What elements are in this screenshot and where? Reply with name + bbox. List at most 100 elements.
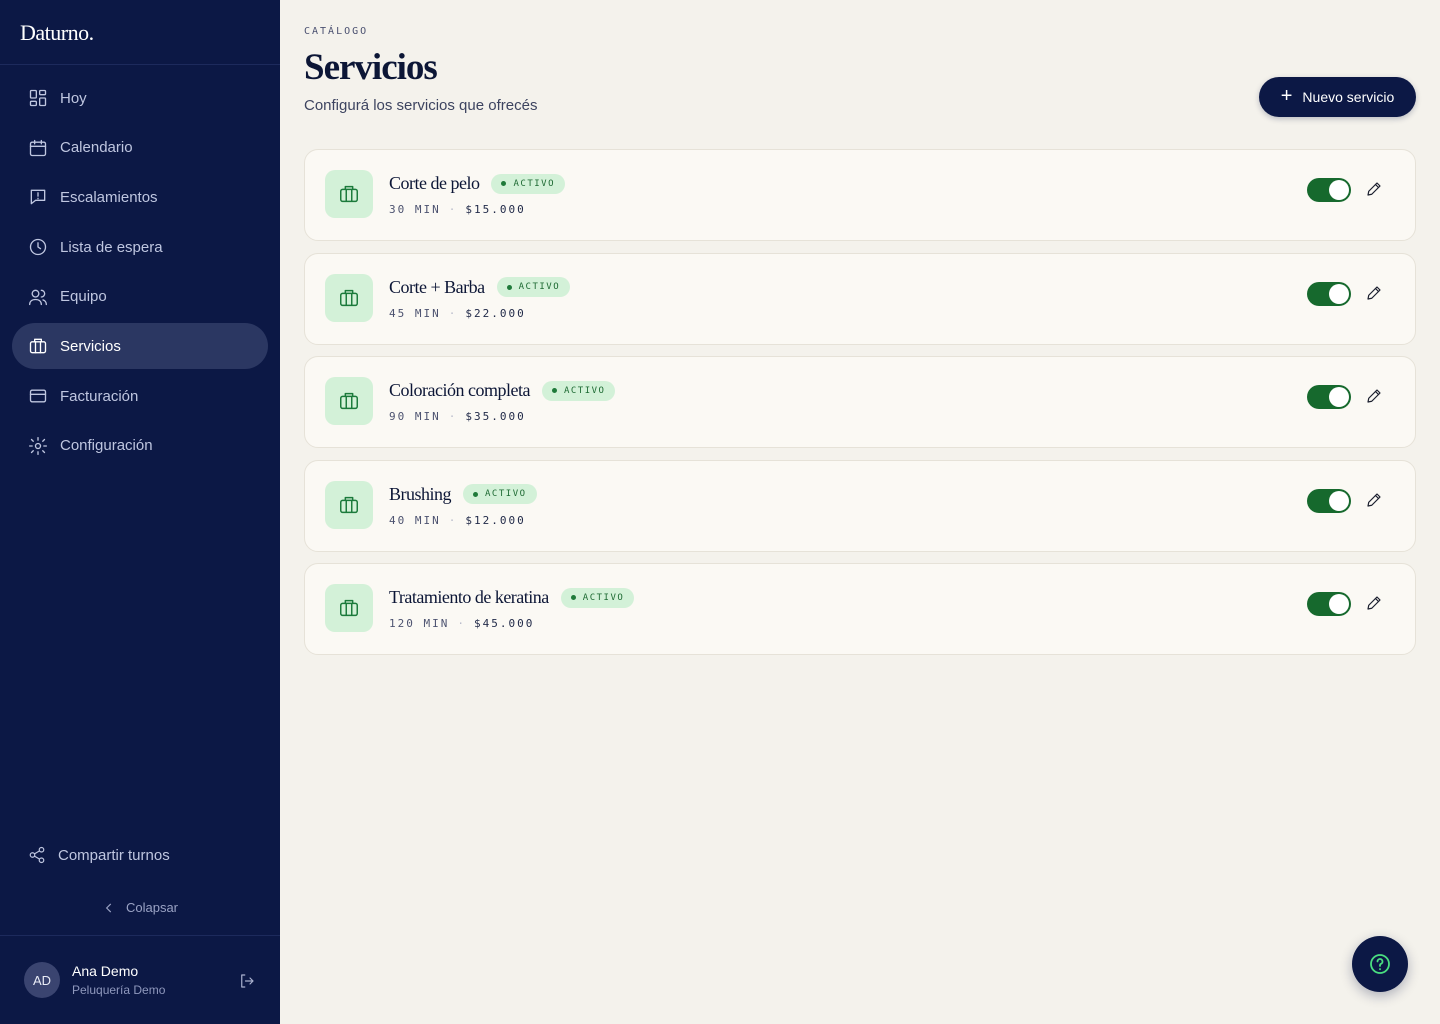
- toggle-knob: [1329, 490, 1349, 511]
- service-duration: 45 MIN: [389, 306, 441, 320]
- sidebar-item-label: Escalamientos: [60, 188, 158, 206]
- user-info: Ana Demo Peluquería Demo: [72, 963, 165, 997]
- logo[interactable]: Daturno.: [0, 0, 280, 65]
- sidebar-item-escalamientos[interactable]: Escalamientos: [12, 174, 268, 220]
- service-name: Corte + Barba: [389, 276, 485, 297]
- edit-service-button[interactable]: [1365, 284, 1385, 304]
- sidebar: Daturno. Hoy Calendario Escalamientos Li…: [0, 0, 280, 1024]
- sidebar-item-configuracion[interactable]: Configuración: [12, 423, 268, 469]
- service-card: Corte de pelo ACTIVO 30 MIN · $15.000: [304, 149, 1416, 241]
- page-title: Servicios: [304, 47, 438, 88]
- collapse-button[interactable]: Colapsar: [0, 900, 280, 915]
- page-subtitle: Configurá los servicios que ofrecés: [304, 97, 538, 114]
- grid-icon: [28, 88, 48, 108]
- users-icon: [28, 287, 48, 307]
- service-price: $15.000: [465, 203, 526, 216]
- service-active-toggle[interactable]: [1307, 178, 1351, 202]
- user-org: Peluquería Demo: [72, 983, 166, 997]
- service-name: Corte de pelo: [389, 173, 480, 193]
- service-active-toggle[interactable]: [1307, 592, 1351, 616]
- status-dot: [506, 284, 512, 290]
- service-name: Coloración completa: [389, 380, 530, 400]
- sidebar-item-label: Servicios: [60, 337, 121, 355]
- help-button[interactable]: [1352, 936, 1408, 992]
- section-eyebrow: CATÁLOGO: [304, 26, 369, 37]
- service-card: Corte + Barba ACTIVO 45 MIN · $22.000: [304, 252, 1416, 345]
- sidebar-item-calendario[interactable]: Calendario: [12, 125, 268, 171]
- sidebar-item-hoy[interactable]: Hoy: [12, 75, 268, 121]
- status-dot: [551, 388, 557, 393]
- avatar[interactable]: AD: [24, 962, 60, 998]
- sidebar-item-label: Calendario: [60, 139, 133, 157]
- toggle-knob: [1329, 594, 1349, 614]
- edit-service-button[interactable]: [1365, 594, 1385, 614]
- status-label: ACTIVO: [513, 178, 555, 189]
- pencil-icon: [1367, 182, 1381, 196]
- pencil-icon: [1367, 596, 1381, 610]
- logout-icon: [241, 974, 254, 988]
- status-badge: ACTIVO: [463, 484, 537, 504]
- sidebar-item-label: Hoy: [60, 89, 87, 107]
- status-label: ACTIVO: [518, 282, 561, 292]
- main-content: CATÁLOGO Servicios Configurá los servici…: [280, 0, 1440, 1024]
- service-card: Tratamiento de keratina ACTIVO 120 MIN · $4…: [304, 563, 1416, 655]
- sidebar-item-label: Configuración: [60, 437, 153, 455]
- share-icon: [29, 846, 45, 864]
- pencil-icon: [1367, 285, 1381, 300]
- briefcase-icon: [325, 273, 373, 322]
- sidebar-item-lista-de-espera[interactable]: Lista de espera: [12, 224, 268, 270]
- new-service-button[interactable]: + Nuevo servicio: [1259, 77, 1416, 117]
- collapse-label: Colapsar: [125, 900, 179, 915]
- status-dot: [570, 595, 576, 600]
- status-dot: [473, 491, 479, 497]
- meta-separator: ·: [448, 306, 458, 320]
- service-duration: 40 MIN: [389, 513, 441, 527]
- share-shifts-link[interactable]: Compartir turnos: [28, 846, 170, 864]
- status-badge: ACTIVO: [541, 380, 616, 401]
- share-label: Compartir turnos: [58, 846, 170, 864]
- toggle-knob: [1329, 387, 1349, 407]
- chevron-left-icon: [105, 903, 112, 912]
- status-label: ACTIVO: [582, 592, 625, 603]
- briefcase-icon: [325, 480, 373, 529]
- help-circle-icon: [1370, 954, 1390, 974]
- logout-button[interactable]: [238, 972, 256, 995]
- service-active-toggle[interactable]: [1307, 385, 1351, 409]
- gear-icon: [28, 436, 48, 456]
- service-duration: 30 MIN: [389, 203, 441, 216]
- logo-text: Daturno.: [20, 20, 94, 45]
- edit-service-button[interactable]: [1365, 387, 1385, 407]
- service-price: $12.000: [465, 513, 526, 527]
- edit-service-button[interactable]: [1365, 491, 1385, 511]
- briefcase-icon: [325, 377, 373, 425]
- pencil-icon: [1367, 492, 1381, 507]
- credit-card-icon: [28, 386, 48, 406]
- user-panel: AD Ana Demo Peluquería Demo: [0, 935, 280, 1024]
- status-badge: ACTIVO: [496, 277, 571, 297]
- sidebar-item-label: Equipo: [60, 288, 107, 306]
- service-duration: 120 MIN: [389, 617, 450, 630]
- edit-service-button[interactable]: [1365, 180, 1385, 200]
- toggle-knob: [1329, 283, 1349, 304]
- briefcase-icon: [28, 336, 48, 356]
- calendar-icon: [28, 138, 48, 158]
- services-list: Corte de pelo ACTIVO 30 MIN · $15.000 Corte…: [304, 149, 1416, 667]
- service-price: $45.000: [473, 617, 535, 630]
- meta-separator: ·: [448, 410, 458, 423]
- briefcase-icon: [325, 170, 373, 218]
- meta-separator: ·: [457, 617, 466, 630]
- meta-separator: ·: [448, 513, 458, 527]
- pencil-icon: [1367, 389, 1381, 403]
- service-name: Brushing: [389, 483, 452, 504]
- service-active-toggle[interactable]: [1307, 488, 1351, 513]
- new-service-label: Nuevo servicio: [1302, 89, 1395, 105]
- sidebar-item-servicios[interactable]: Servicios: [12, 323, 268, 370]
- clock-icon: [28, 237, 48, 257]
- service-card: Brushing ACTIVO 40 MIN · $12.000: [304, 459, 1416, 552]
- sidebar-nav: Hoy Calendario Escalamientos Lista de es…: [12, 75, 268, 473]
- toggle-knob: [1329, 180, 1349, 200]
- service-active-toggle[interactable]: [1307, 281, 1351, 306]
- sidebar-item-facturacion[interactable]: Facturación: [12, 373, 268, 419]
- status-badge: ACTIVO: [560, 587, 635, 608]
- sidebar-item-equipo[interactable]: Equipo: [12, 274, 268, 320]
